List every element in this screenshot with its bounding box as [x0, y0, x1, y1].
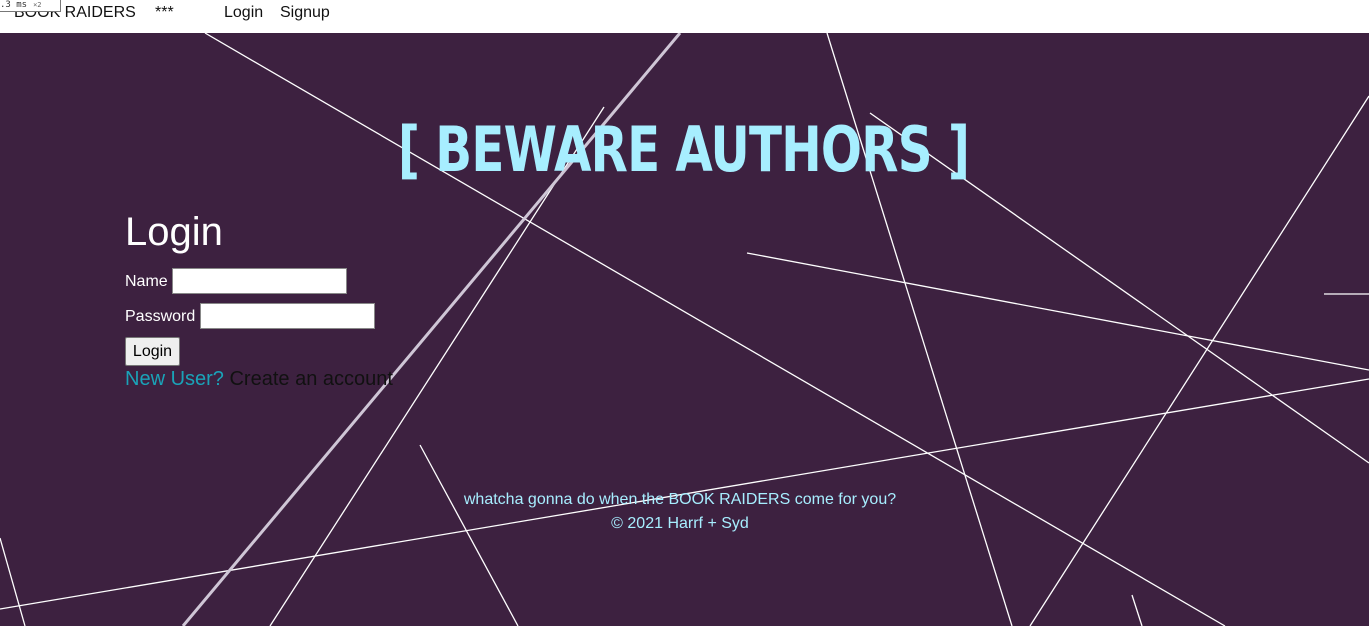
login-title: Login — [125, 210, 223, 254]
password-input[interactable] — [200, 303, 375, 329]
footer-tagline: whatcha gonna do when the BOOK RAIDERS c… — [463, 491, 897, 508]
name-label: Name — [125, 273, 168, 290]
name-input[interactable] — [172, 268, 347, 294]
nav-signup-link[interactable]: Signup — [280, 4, 330, 22]
fps-meter: .3 ms ×2 — [0, 0, 61, 12]
fps-readout: .3 ms — [0, 0, 28, 10]
hero-headline: [ BEWARE AUTHORS ] — [397, 113, 970, 186]
fps-multiplier: ×2 — [33, 1, 42, 9]
new-user-text: New User? — [125, 368, 224, 390]
footer: whatcha gonna do when the BOOK RAIDERS c… — [0, 488, 1360, 536]
bg-line — [746, 252, 1369, 371]
nav-stars-link[interactable]: *** — [155, 4, 174, 22]
footer-copyright: © 2021 Harrf + Syd — [611, 515, 749, 532]
nav-login-link[interactable]: Login — [224, 4, 263, 22]
create-account-link[interactable]: Create an account — [229, 368, 392, 390]
bg-line — [1131, 594, 1143, 626]
login-submit-button[interactable]: Login — [125, 337, 180, 366]
password-label: Password — [125, 308, 196, 325]
top-navbar: BOOK RAIDERS *** Login Signup — [0, 0, 1369, 33]
bg-line — [0, 537, 26, 626]
new-user-line: New User? Create an account — [125, 368, 393, 391]
